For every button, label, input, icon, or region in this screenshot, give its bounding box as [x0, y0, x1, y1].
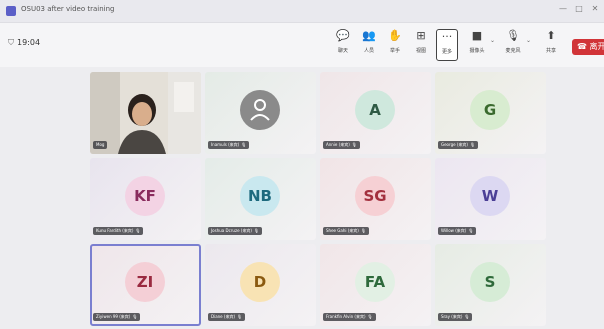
participant-avatar: S [470, 262, 510, 302]
participant-tile[interactable]: NB Joshua Dcruze (来宾) 🎙 [205, 158, 316, 240]
mic-muted-icon: 🎙 [367, 314, 373, 319]
participant-name-tag: Shee Gahi (来宾) 🎙 [323, 227, 369, 235]
raise-hand-icon: ✋ [388, 29, 402, 42]
person-icon [240, 90, 280, 130]
maximize-button[interactable]: □ [572, 4, 586, 13]
share-icon: ⬆ [546, 29, 556, 42]
people-button[interactable]: 👥 人员 [358, 29, 380, 61]
teams-logo-icon [6, 6, 16, 16]
phone-icon: ☎ [577, 42, 587, 51]
title-bar: OSU03 after video training — □ ✕ [0, 0, 604, 23]
participant-avatar: G [470, 90, 510, 130]
camera-options-chevron-icon[interactable]: ⌄ [490, 37, 495, 44]
participant-avatar: D [240, 262, 280, 302]
participant-tile-active-speaker[interactable]: ZI Ziyiwen 99 (来宾) 🎙 [90, 244, 201, 326]
close-button[interactable]: ✕ [588, 4, 602, 13]
participant-name-tag: Willow (来宾) 🎙 [438, 227, 477, 235]
minimize-button[interactable]: — [556, 4, 570, 13]
mic-muted-icon: 🎙 [464, 314, 470, 319]
mic-muted-icon: 🎙 [241, 142, 247, 147]
mic-muted-icon: 🎙 [360, 228, 366, 233]
participant-name-tag: George (来宾) 🎙 [438, 141, 479, 149]
participant-avatar: SG [355, 176, 395, 216]
chat-icon: 💬 [336, 29, 350, 42]
participant-name-tag: Frankfin Alvin (来宾) 🎙 [323, 313, 376, 321]
participant-name-tag: Ziyiwen 99 (来宾) 🎙 [93, 313, 141, 321]
participant-tile[interactable]: A Annie (来宾) 🎙 [320, 72, 431, 154]
mic-muted-icon: 🎙 [253, 228, 259, 233]
participant-name-tag: Joshua Dcruze (来宾) 🎙 [208, 227, 262, 235]
participant-tile[interactable]: KF Kunu Fardith (来宾) 🎙 [90, 158, 201, 240]
share-button[interactable]: ⬆ 共享 [540, 29, 562, 61]
mic-options-chevron-icon[interactable]: ⌄ [526, 37, 531, 44]
view-label: 视图 [415, 48, 426, 54]
participant-name-tag: Diane (来宾) 🎙 [208, 313, 246, 321]
people-icon: 👥 [362, 29, 376, 42]
elapsed-time: 19:04 [17, 38, 41, 47]
camera-button[interactable]: ■ 摄像头 [466, 29, 488, 61]
mic-muted-icon: 🎙 [237, 314, 243, 319]
raise-hand-button[interactable]: ✋ 举手 [384, 29, 406, 61]
view-icon: ⊞ [416, 29, 426, 42]
participant-avatar: NB [240, 176, 280, 216]
participant-tile[interactable]: SG Shee Gahi (来宾) 🎙 [320, 158, 431, 240]
more-icon: ··· [441, 30, 453, 43]
meeting-timer: ⛉ 19:04 [8, 38, 40, 48]
participant-tile[interactable]: D Diane (来宾) 🎙 [205, 244, 316, 326]
share-label: 共享 [545, 48, 556, 54]
participant-name-tag: Annie (来宾) 🎙 [323, 141, 360, 149]
raise-hand-label: 举手 [389, 48, 400, 54]
leave-label: 离开 [589, 42, 604, 51]
mic-muted-icon: 🎙 [468, 228, 474, 233]
participant-avatar: A [355, 90, 395, 130]
participant-grid: Mog Inamuls (来宾) 🎙 A Annie (来宾) 🎙 G George… [90, 72, 546, 327]
participant-name-tag: Inamuls (来宾) 🎙 [208, 141, 250, 149]
more-button[interactable]: ··· 更多 [436, 29, 458, 61]
participant-avatar: FA [355, 262, 395, 302]
window-title: OSU03 after video training [21, 5, 115, 13]
participant-tile[interactable]: S Sray (来宾) 🎙 [435, 244, 546, 326]
camera-label: 摄像头 [469, 48, 485, 54]
participant-avatar: ZI [125, 262, 165, 302]
chat-button[interactable]: 💬 聊天 [332, 29, 354, 61]
view-button[interactable]: ⊞ 视图 [410, 29, 432, 61]
participant-avatar: W [470, 176, 510, 216]
participant-tile[interactable]: Inamuls (来宾) 🎙 [205, 72, 316, 154]
shield-icon: ⛉ [8, 38, 14, 47]
participant-tile[interactable]: Mog [90, 72, 201, 154]
mic-button[interactable]: 🎙 麦克风 [502, 29, 524, 61]
mic-muted-icon: 🎙 [351, 142, 357, 147]
mic-muted-icon: 🎙 [132, 314, 138, 319]
more-label: 更多 [441, 49, 452, 55]
participant-tile[interactable]: W Willow (来宾) 🎙 [435, 158, 546, 240]
participant-name-tag: Kunu Fardith (来宾) 🎙 [93, 227, 144, 235]
mic-muted-icon: 🎙 [135, 228, 141, 233]
chat-label: 聊天 [337, 48, 348, 54]
mic-label: 麦克风 [505, 48, 521, 54]
camera-icon: ■ [471, 29, 483, 42]
participant-name-tag: Mog [93, 141, 108, 149]
mic-muted-icon: 🎙 [469, 142, 476, 147]
participant-name-tag: Sray (来宾) 🎙 [438, 313, 473, 321]
participant-tile[interactable]: FA Frankfin Alvin (来宾) 🎙 [320, 244, 431, 326]
meeting-toolbar: ⛉ 19:04 💬 聊天 👥 人员 ✋ 举手 ⊞ 视图 ··· 更多 ■ 摄像头 … [0, 23, 604, 67]
leave-button[interactable]: ☎ 离开 [572, 39, 604, 55]
people-label: 人员 [363, 48, 374, 54]
participant-tile[interactable]: G George (来宾) 🎙 [435, 72, 546, 154]
participant-avatar: KF [125, 176, 165, 216]
mic-icon: 🎙 [506, 29, 520, 42]
